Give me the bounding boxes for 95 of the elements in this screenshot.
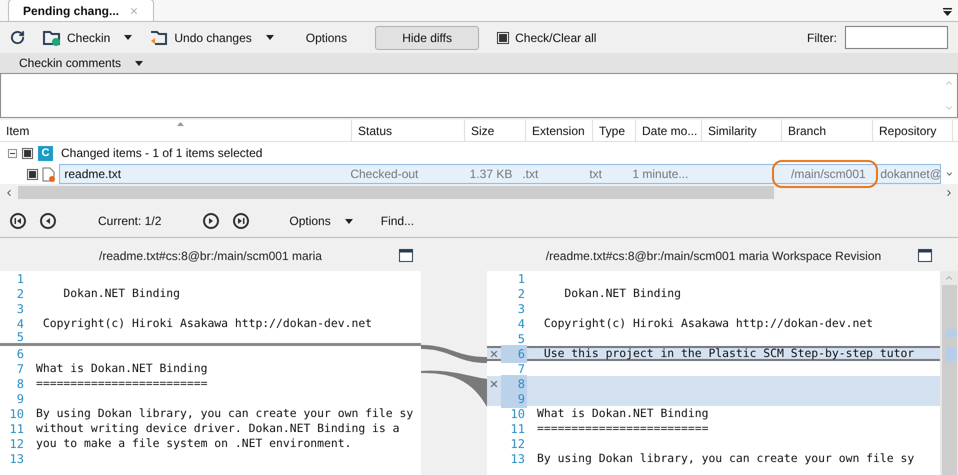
code-line: Copyright(c) Hiroki Asakawa http://dokan-dev.net — [42, 314, 372, 332]
table-cell-text: Checked-out — [349, 166, 420, 183]
caret-icon — [124, 35, 132, 40]
changed-badge: C — [38, 146, 53, 160]
line-number: 7 — [16, 360, 25, 378]
hide-diffs-button[interactable]: Hide diffs — [375, 26, 480, 50]
code-line: without writing device driver. Dokan.NET Binding is a — [36, 420, 400, 437]
column-header[interactable]: Extension — [526, 120, 593, 141]
line-number: 3 — [516, 300, 526, 318]
column-header[interactable]: Repository — [873, 120, 953, 141]
code-line: ========================= — [36, 374, 208, 392]
pane-title: /readme.txt#cs:8@br:/main/scm001 maria — [99, 248, 322, 265]
code-line: By using Dokan library, you can create your own file sy — [537, 450, 914, 467]
column-header[interactable]: Branch — [782, 120, 873, 141]
find-button[interactable]: Find... — [380, 212, 414, 230]
pane-title: /readme.txt#cs:8@br:/main/scm001 maria Workspace Revision — [546, 248, 882, 265]
maximize-icon[interactable] — [399, 249, 413, 262]
code-line: What is Dokan.NET Binding — [36, 360, 208, 377]
line-number: 11 — [8, 420, 25, 438]
code-line: Dokan.NET Binding — [62, 284, 180, 302]
line-number: 6 — [501, 344, 527, 362]
line-number: 1 — [516, 271, 526, 288]
line-number: 1 — [16, 271, 25, 288]
code-line: you to make a file system on .NET environment. — [36, 434, 352, 452]
line-number: 12 — [8, 436, 25, 452]
code-line: Copyright(c) Hiroki Asakawa http://dokan-dev.net — [542, 314, 874, 332]
line-number: 9 — [16, 390, 25, 408]
next-icon[interactable] — [203, 213, 220, 229]
comments-field[interactable] — [0, 73, 958, 118]
checkin-comments-dropdown[interactable]: Checkin comments — [19, 54, 144, 72]
code-line: Use this project in the Plastic SCM Step-by-step tutor — [542, 344, 914, 362]
check-clear-all-checkbox[interactable]: Check/Clear all — [497, 28, 596, 46]
filter-field[interactable] — [845, 26, 948, 49]
previous-icon[interactable] — [40, 213, 56, 229]
line-number: 6 — [16, 346, 25, 362]
refresh-icon[interactable] — [10, 30, 25, 45]
table-cell-text: 1 minute... — [631, 166, 690, 183]
code-line: Dokan.NET Binding — [563, 284, 682, 302]
line-number: 5 — [16, 329, 25, 346]
line-number: 10 — [510, 406, 526, 422]
filter-label: Filter: — [807, 30, 837, 46]
checkbox[interactable] — [27, 168, 38, 180]
line-number: 2 — [16, 286, 25, 302]
line-number: 11 — [510, 420, 526, 438]
table-cell-text: .txt — [521, 166, 540, 183]
column-header[interactable]: Type — [593, 120, 636, 141]
table-cell-text: 1.37 KB — [468, 166, 514, 183]
column-header[interactable]: Similarity — [702, 120, 782, 141]
horizontal-scrollbar-thumb[interactable] — [18, 186, 774, 199]
line-number: 3 — [16, 300, 25, 318]
line-number: 2 — [516, 286, 526, 302]
skip-first-icon[interactable] — [10, 213, 26, 229]
line-number: 7 — [516, 360, 526, 378]
table-cell-text: /main/scm001 — [790, 166, 867, 183]
collapse-toggle[interactable] — [8, 148, 17, 158]
column-header[interactable]: Date mo... — [636, 120, 702, 141]
document-tab[interactable]: Pending chang... — [8, 0, 154, 21]
options-dropdown[interactable]: Options — [289, 212, 353, 230]
vertical-scrollbar-thumb[interactable] — [942, 285, 956, 475]
discard-icon[interactable] — [489, 378, 499, 388]
discard-icon[interactable] — [489, 348, 499, 358]
folder-undo-icon — [150, 30, 168, 46]
sort-ascending-icon — [177, 122, 184, 126]
overflow-menu-icon[interactable] — [943, 8, 952, 16]
caret-icon — [344, 218, 353, 224]
line-number: 5 — [516, 330, 526, 348]
skip-last-icon[interactable] — [233, 213, 250, 229]
undo-changes-button[interactable]: Undo changes — [150, 28, 274, 46]
column-header[interactable]: Size — [465, 120, 526, 141]
file-icon — [42, 166, 56, 182]
line-number: 13 — [510, 450, 526, 468]
line-number: 12 — [510, 436, 526, 452]
code-line: What is Dokan.NET Binding — [537, 404, 708, 422]
checkbox[interactable] — [22, 148, 33, 158]
options-button[interactable]: Options — [306, 28, 348, 46]
code-line: By using Dokan library, you can create your own file sy — [36, 404, 414, 422]
column-header[interactable]: Status — [352, 120, 465, 141]
line-number: 13 — [8, 450, 25, 468]
table-cell-text: txt — [588, 166, 604, 183]
change-marker — [946, 329, 956, 337]
line-number: 4 — [16, 316, 25, 332]
line-number: 4 — [516, 316, 526, 332]
close-icon[interactable] — [129, 6, 140, 16]
maximize-icon[interactable] — [918, 249, 932, 262]
caret-icon — [266, 35, 274, 40]
caret-icon — [135, 60, 144, 66]
checkin-button[interactable]: Checkin — [43, 28, 132, 46]
group-label: Changed items - 1 of 1 items selected — [61, 145, 262, 162]
line-number: 8 — [16, 376, 25, 392]
line-number: 10 — [8, 406, 25, 422]
current-diff-label: Current: 1/2 — [98, 213, 162, 230]
change-marker — [946, 347, 956, 361]
table-cell-text: readme.txt — [63, 166, 122, 183]
folder-check-icon — [43, 30, 61, 46]
code-line: ========================= — [537, 420, 708, 437]
